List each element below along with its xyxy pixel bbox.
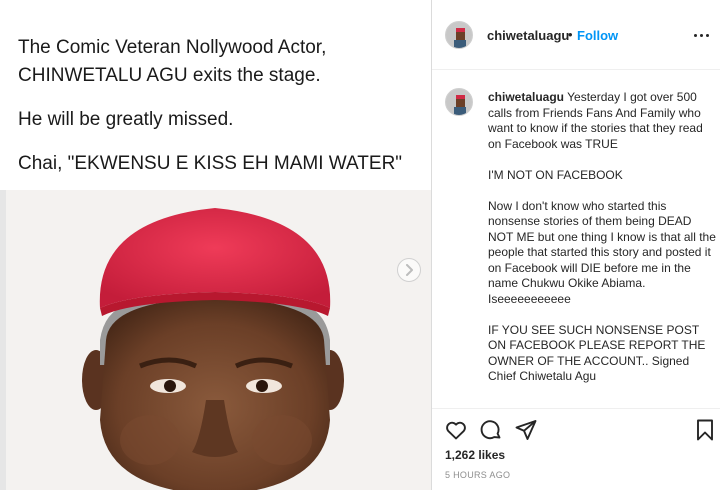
- comments-area[interactable]: chiwetaluagu Yesterday I got over 500 ca…: [432, 71, 720, 408]
- chevron-right-icon: [406, 264, 413, 276]
- next-image-button[interactable]: [397, 258, 421, 282]
- portrait-illustration: [0, 190, 431, 490]
- comment-icon[interactable]: [479, 418, 503, 442]
- post-actions: 1,262 likes 5 HOURS AGO: [432, 408, 720, 490]
- avatar-image: [446, 89, 472, 115]
- image-text-line-1: The Comic Veteran Nollywood Actor,: [18, 37, 327, 58]
- header-username-link[interactable]: chiwetaluagu: [487, 28, 569, 43]
- image-text-line-4: Chai, "EKWENSU E KISS EH MAMI WATER": [18, 153, 403, 174]
- share-icon[interactable]: [514, 418, 538, 442]
- image-text-line-3: He will be greatly missed.: [18, 109, 234, 130]
- image-text-card: The Comic Veteran Nollywood Actor, CHINW…: [0, 0, 431, 190]
- portrait-photo: [0, 190, 431, 490]
- follow-button[interactable]: Follow: [577, 28, 618, 43]
- post-header: chiwetaluagu • Follow: [432, 0, 720, 70]
- comment-paragraph-4: IF YOU SEE SUCH NONSENSE POST ON FACEBOO…: [488, 322, 706, 384]
- instagram-post-modal: The Comic Veteran Nollywood Actor, CHINW…: [0, 0, 720, 490]
- comment-paragraph-3: Now I don't know who started this nonsen…: [488, 198, 716, 306]
- avatar[interactable]: [445, 21, 473, 49]
- bookmark-icon[interactable]: [693, 418, 717, 442]
- avatar[interactable]: [445, 88, 473, 116]
- more-options-icon[interactable]: [694, 28, 714, 42]
- comment-username-link[interactable]: chiwetaluagu: [488, 90, 564, 104]
- post-timestamp[interactable]: 5 HOURS AGO: [445, 470, 510, 480]
- header-separator: •: [568, 27, 573, 42]
- post-media[interactable]: The Comic Veteran Nollywood Actor, CHINW…: [0, 0, 431, 490]
- caption-comment: chiwetaluagu Yesterday I got over 500 ca…: [488, 90, 716, 385]
- image-text-line-2: CHINWETALU AGU exits the stage.: [18, 65, 321, 86]
- heart-icon[interactable]: [444, 418, 468, 442]
- comment-paragraph-2: I'M NOT ON FACEBOOK: [488, 167, 623, 182]
- post-side-panel: chiwetaluagu • Follow chiwetaluagu Yeste…: [432, 0, 720, 490]
- avatar-image: [446, 22, 472, 48]
- likes-count[interactable]: 1,262 likes: [445, 448, 505, 462]
